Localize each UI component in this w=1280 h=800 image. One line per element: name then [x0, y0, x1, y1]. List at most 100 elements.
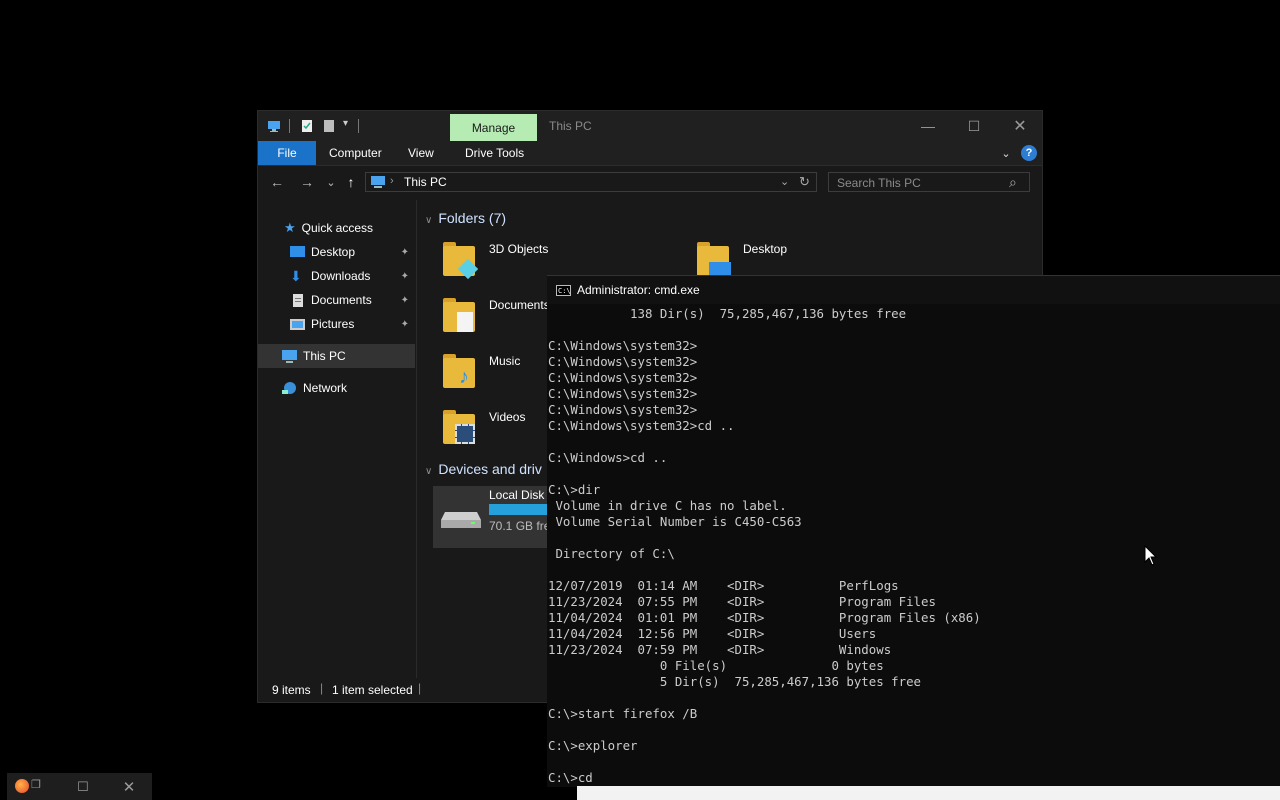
sidebar-item-label: This PC: [303, 349, 346, 363]
minimize-button[interactable]: —: [905, 111, 951, 141]
computer-icon[interactable]: [267, 119, 281, 133]
explorer-title-bar[interactable]: ▾ Manage This PC — ☐ ✕: [258, 111, 1042, 141]
folder-icon: [441, 294, 477, 334]
sidebar-item-label: Documents: [311, 293, 372, 307]
sidebar-item-pictures[interactable]: Pictures ✦: [258, 312, 415, 336]
folder-icon: ♪: [441, 350, 477, 390]
folder-label: 3D Objects: [489, 242, 549, 256]
properties-icon[interactable]: [300, 119, 314, 133]
group-title: Folders (7): [438, 210, 507, 226]
sidebar-item-downloads[interactable]: ⬇ Downloads ✦: [258, 264, 415, 288]
new-folder-icon[interactable]: [322, 119, 336, 133]
console-output[interactable]: 138 Dir(s) 75,285,467,136 bytes free C:\W…: [548, 306, 1278, 786]
up-button[interactable]: ↑: [340, 172, 362, 192]
cmd-window[interactable]: C:\ Administrator: cmd.exe 138 Dir(s) 75…: [547, 275, 1280, 787]
customize-qa-icon[interactable]: ▾: [343, 118, 348, 129]
console-line: 11/04/2024 12:56 PM <DIR> Users: [548, 626, 877, 641]
network-icon: [282, 381, 296, 394]
group-title: Devices and driv: [438, 461, 542, 477]
sidebar-item-label: Pictures: [311, 317, 355, 331]
pin-icon: ✦: [400, 294, 409, 306]
back-button[interactable]: ←: [266, 172, 288, 192]
qa-separator: [289, 119, 290, 133]
sidebar-item-network[interactable]: Network: [258, 376, 415, 400]
console-line: C:\Windows>cd ..: [548, 450, 668, 465]
console-line: C:\Windows\system32>: [548, 338, 698, 353]
console-line: 12/07/2019 01:14 AM <DIR> PerfLogs: [548, 578, 899, 593]
maximize-button[interactable]: ☐: [951, 111, 997, 141]
sidebar-item-documents[interactable]: Documents ✦: [258, 288, 415, 312]
sidebar-item-label: Downloads: [311, 269, 371, 283]
navigation-bar: ← → ⌄ ↑ › This PC ⌄ ↻ Search This PC ⌕: [258, 166, 1042, 198]
tab-drive-tools[interactable]: Drive Tools: [453, 141, 536, 165]
pictures-icon: [290, 318, 305, 330]
help-icon[interactable]: ?: [1021, 145, 1037, 161]
ribbon-tabs: File Computer View Drive Tools ⌄ ?: [258, 141, 1042, 166]
maximize-button[interactable]: ☐: [60, 773, 106, 800]
manage-context-tab[interactable]: Manage: [450, 114, 537, 141]
devices-group-header[interactable]: ∨ Devices and driv: [425, 461, 542, 479]
forward-button[interactable]: →: [296, 172, 318, 192]
tab-view[interactable]: View: [396, 141, 446, 165]
folders-group-header[interactable]: ∨ Folders (7): [425, 210, 506, 228]
breadcrumb-separator-icon: ›: [390, 175, 394, 187]
background-window-edge: [577, 786, 1280, 800]
sidebar-item-label: Network: [303, 381, 348, 395]
hard-drive-icon: [441, 512, 481, 528]
cmd-icon: C:\: [556, 285, 571, 296]
pin-icon: ✦: [400, 318, 409, 330]
console-line: Volume in drive C has no label.: [548, 498, 787, 513]
sidebar-item-this-pc[interactable]: This PC: [258, 344, 415, 368]
folder-icon: [441, 406, 477, 446]
folder-label: Music: [489, 354, 521, 368]
drive-name: Local Disk (: [489, 488, 552, 502]
minimized-window-controls: ❐ ☐ ✕: [7, 773, 152, 800]
console-line: 11/04/2024 01:01 PM <DIR> Program Files …: [548, 610, 981, 625]
tab-file[interactable]: File: [258, 141, 316, 165]
pin-icon: ✦: [400, 270, 409, 282]
search-input[interactable]: Search This PC ⌕: [828, 172, 1030, 192]
sidebar-item-desktop[interactable]: Desktop ✦: [258, 240, 415, 264]
mouse-cursor-icon: [1144, 545, 1158, 566]
console-line: C:\Windows\system32>: [548, 386, 698, 401]
navigation-pane: ★ Quick access Desktop ✦ ⬇ Downloads ✦ D…: [258, 200, 417, 678]
chevron-down-icon: ∨: [425, 466, 433, 477]
address-dropdown-icon[interactable]: ⌄: [780, 175, 789, 188]
recent-locations-icon[interactable]: ⌄: [320, 172, 342, 192]
console-line: 11/23/2024 07:59 PM <DIR> Windows: [548, 642, 892, 657]
cmd-title: Administrator: cmd.exe: [577, 283, 700, 297]
star-icon: ★: [284, 220, 296, 235]
console-line: C:\Windows\system32>: [548, 402, 698, 417]
selection-count: 1 item selected: [332, 683, 413, 697]
console-line: 11/23/2024 07:55 PM <DIR> Program Files: [548, 594, 936, 609]
firefox-icon[interactable]: [15, 779, 29, 793]
console-line: 0 File(s) 0 bytes: [548, 658, 884, 673]
console-line: C:\Windows\system32>: [548, 354, 698, 369]
console-line: C:\>dir: [548, 482, 601, 497]
console-line: C:\Windows\system32>: [548, 370, 698, 385]
ribbon-expand-icon[interactable]: ⌄: [998, 145, 1014, 161]
sidebar-item-label: Desktop: [311, 245, 356, 259]
folder-label: Videos: [489, 410, 526, 424]
close-button[interactable]: ✕: [997, 111, 1043, 141]
window-title: This PC: [549, 119, 592, 133]
refresh-icon[interactable]: ↻: [799, 174, 810, 190]
cmd-title-bar[interactable]: C:\ Administrator: cmd.exe: [547, 276, 1280, 304]
console-line: 138 Dir(s) 75,285,467,136 bytes free: [548, 306, 907, 321]
search-icon: ⌕: [1009, 174, 1017, 190]
sidebar-item-label: Quick access: [301, 221, 374, 235]
breadcrumb-this-pc[interactable]: This PC: [404, 175, 447, 189]
music-note-icon: ♪: [459, 366, 469, 388]
close-button[interactable]: ✕: [106, 773, 152, 800]
address-bar[interactable]: › This PC ⌄ ↻: [365, 172, 817, 192]
restore-icon[interactable]: ❐: [31, 778, 41, 791]
sidebar-item-quick-access[interactable]: ★ Quick access: [258, 216, 415, 240]
tab-computer[interactable]: Computer: [317, 141, 394, 165]
